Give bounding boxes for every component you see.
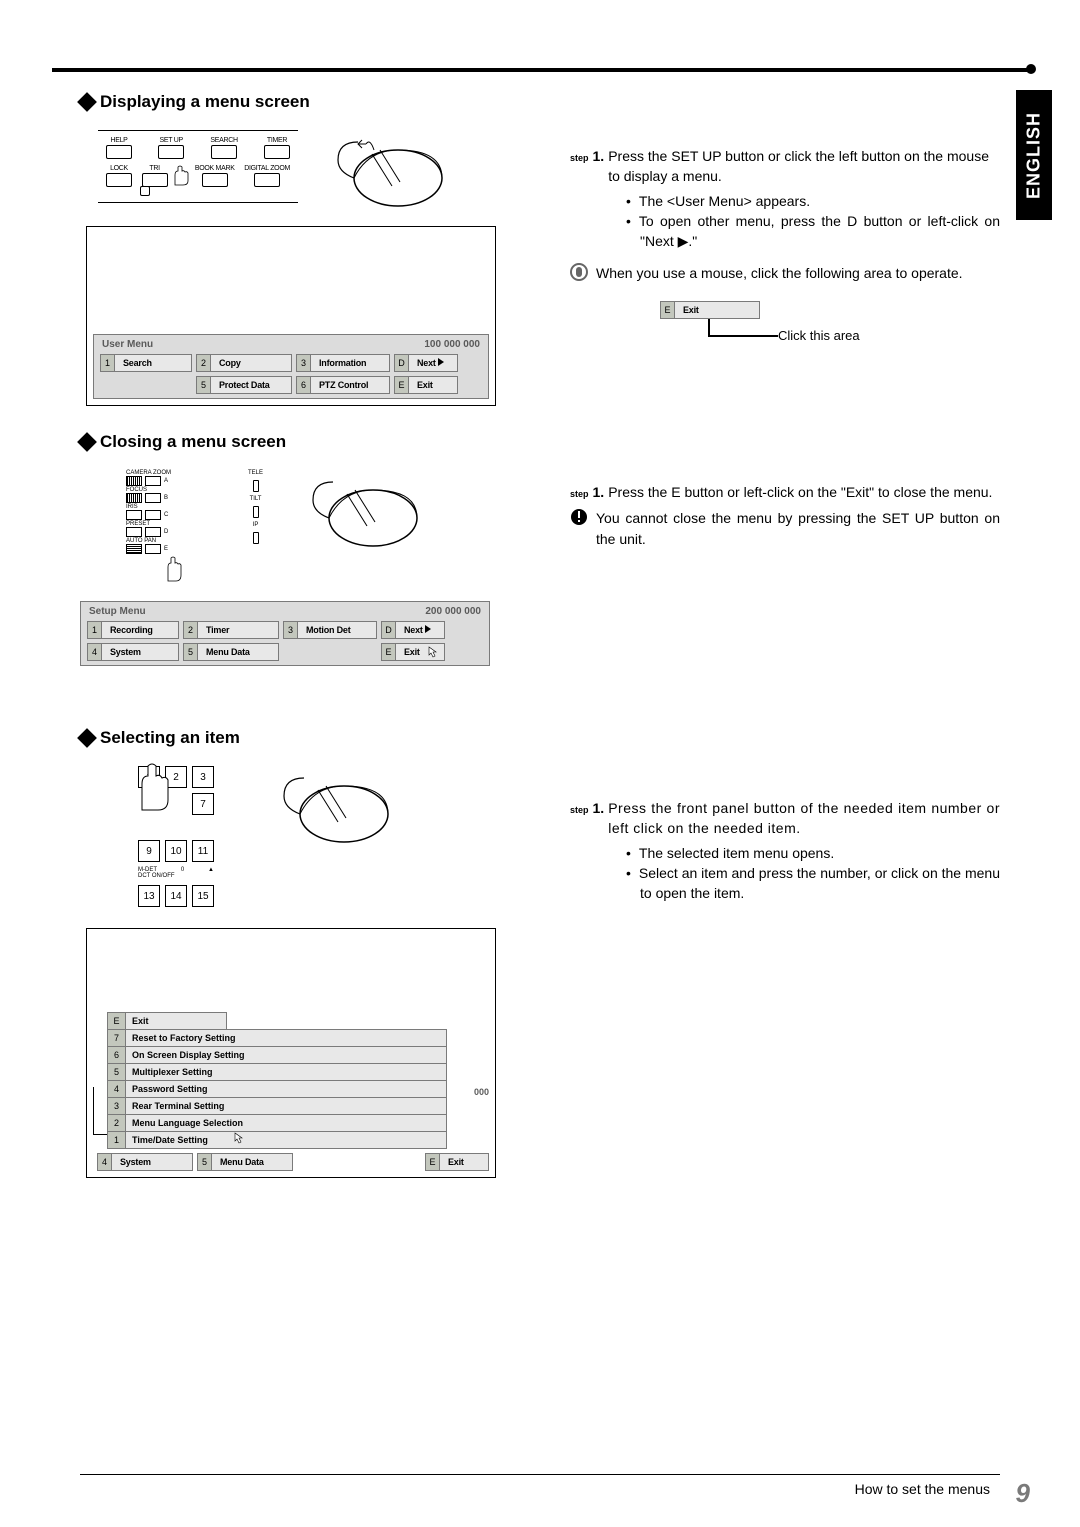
remote-help-label: HELP bbox=[110, 137, 127, 144]
language-tab: ENGLISH bbox=[1016, 90, 1052, 220]
closing-step-text: Press the E button or left-click on the … bbox=[608, 482, 1000, 502]
displaying-bullet-1: The <User Menu> appears. bbox=[626, 191, 1000, 211]
setup-menu-menudata[interactable]: 5Menu Data bbox=[183, 643, 279, 661]
user-menu-protect[interactable]: 5Protect Data bbox=[196, 376, 292, 394]
diamond-icon bbox=[77, 92, 97, 112]
setup-menu-exit[interactable]: EExit bbox=[381, 643, 445, 661]
hand-icon bbox=[162, 555, 188, 583]
popup-timedate[interactable]: 1Time/Date Setting bbox=[107, 1131, 447, 1149]
section-title-selecting: Selecting an item bbox=[100, 728, 240, 748]
screen-illustration-user-menu: User Menu 100 000 000 1Search 2Copy 3Inf… bbox=[86, 226, 496, 406]
setup-menu-next[interactable]: DNext bbox=[381, 621, 445, 639]
setup-menu-motion[interactable]: 3Motion Det bbox=[283, 621, 377, 639]
setup-menu-system[interactable]: 4System bbox=[87, 643, 179, 661]
section-title-closing: Closing a menu screen bbox=[100, 432, 286, 452]
diamond-icon bbox=[77, 728, 97, 748]
mouse-illustration bbox=[328, 130, 448, 210]
keypad-illustration: 123 567 91011 M-DET0▲ DCT ON/OFF 131415 bbox=[138, 766, 214, 912]
step-number: 1. bbox=[593, 798, 605, 818]
footer-rule bbox=[80, 1474, 1000, 1475]
user-menu-search[interactable]: 1Search bbox=[100, 354, 192, 372]
setup-menu-code: 200 000 000 bbox=[425, 606, 481, 617]
popup-language[interactable]: 2Menu Language Selection bbox=[107, 1114, 447, 1132]
selecting-step-text: Press the front panel button of the need… bbox=[608, 798, 1000, 839]
hand-icon bbox=[169, 165, 195, 187]
step-number: 1. bbox=[593, 146, 605, 166]
remote-tri-label: TRI bbox=[149, 165, 159, 172]
screen-illustration-popup: 000 EExit 7Reset to Factory Setting 6On … bbox=[86, 928, 496, 1178]
setup-menu-recording[interactable]: 1Recording bbox=[87, 621, 179, 639]
user-menu-title: User Menu bbox=[102, 339, 153, 350]
screen-illustration-setup-menu: Setup Menu 200 000 000 1Recording 2Timer… bbox=[80, 601, 490, 666]
mouse-note-text: When you use a mouse, click the followin… bbox=[596, 263, 963, 283]
cursor-icon bbox=[234, 1132, 246, 1144]
exit-button-illustration[interactable]: E Exit bbox=[660, 301, 760, 319]
remote-setup-label: SET UP bbox=[160, 137, 183, 144]
user-menu-exit[interactable]: EExit bbox=[394, 376, 458, 394]
popup-password[interactable]: 4Password Setting bbox=[107, 1080, 447, 1098]
popup-osd[interactable]: 6On Screen Display Setting bbox=[107, 1046, 447, 1064]
click-this-area-label: Click this area bbox=[778, 327, 1000, 346]
bottom-menudata[interactable]: 5Menu Data bbox=[197, 1153, 293, 1171]
page-number: 9 bbox=[1016, 1478, 1030, 1509]
step-number: 1. bbox=[593, 482, 605, 502]
mouse-illustration bbox=[274, 766, 394, 846]
diamond-icon bbox=[77, 432, 97, 452]
step-label: step bbox=[570, 804, 589, 817]
remote-illustration: HELP SET UP SEARCH TIMER LOCK TRI BOOK M… bbox=[98, 130, 298, 203]
setup-menu-timer[interactable]: 2Timer bbox=[183, 621, 279, 639]
remote-timer-label: TIMER bbox=[267, 137, 287, 144]
cursor-icon bbox=[428, 646, 440, 658]
user-menu-code: 100 000 000 bbox=[424, 339, 480, 350]
remote-zoom-label: DIGITAL ZOOM bbox=[244, 165, 290, 172]
popup-edge-code: 000 bbox=[474, 1087, 489, 1097]
hand-icon bbox=[130, 762, 180, 812]
remote-bookmark-label: BOOK MARK bbox=[195, 165, 235, 172]
warning-icon bbox=[570, 508, 588, 526]
step-label: step bbox=[570, 152, 589, 165]
setup-menu-title: Setup Menu bbox=[89, 606, 146, 617]
section-title-displaying: Displaying a menu screen bbox=[100, 92, 310, 112]
user-menu-panel: User Menu 100 000 000 1Search 2Copy 3Inf… bbox=[93, 334, 489, 399]
step-label: step bbox=[570, 488, 589, 501]
popup-reset[interactable]: 7Reset to Factory Setting bbox=[107, 1029, 447, 1047]
controls-cluster-illustration: CAMERA ZOOM A FOCUS B IRIS C PRESET D AU… bbox=[98, 470, 218, 585]
top-dot bbox=[1026, 64, 1036, 74]
popup-exit[interactable]: EExit bbox=[107, 1012, 227, 1030]
user-menu-information[interactable]: 3Information bbox=[296, 354, 390, 372]
popup-multiplexer[interactable]: 5Multiplexer Setting bbox=[107, 1063, 447, 1081]
remote-lock-label: LOCK bbox=[110, 165, 128, 172]
closing-warning-text: You cannot close the menu by pressing th… bbox=[596, 508, 1000, 549]
top-rule bbox=[52, 68, 1028, 72]
mouse-illustration bbox=[303, 470, 423, 550]
user-menu-next[interactable]: DNext bbox=[394, 354, 458, 372]
displaying-step-text: Press the SET UP button or click the lef… bbox=[608, 146, 1000, 187]
popup-rear-terminal[interactable]: 3Rear Terminal Setting bbox=[107, 1097, 447, 1115]
selecting-bullet-1: The selected item menu opens. bbox=[626, 843, 1000, 863]
bottom-system[interactable]: 4System bbox=[97, 1153, 193, 1171]
remote-search-label: SEARCH bbox=[210, 137, 237, 144]
footer-text: How to set the menus bbox=[855, 1481, 990, 1497]
user-menu-copy[interactable]: 2Copy bbox=[196, 354, 292, 372]
displaying-bullet-2: To open other menu, press the D button o… bbox=[626, 211, 1000, 252]
selecting-bullet-2: Select an item and press the number, or … bbox=[626, 863, 1000, 904]
mouse-note-icon bbox=[570, 263, 588, 281]
bottom-exit[interactable]: EExit bbox=[425, 1153, 489, 1171]
user-menu-ptz[interactable]: 6PTZ Control bbox=[296, 376, 390, 394]
